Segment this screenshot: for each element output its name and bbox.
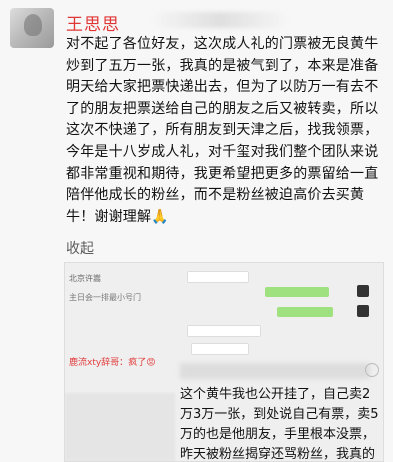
message-bubble bbox=[187, 271, 249, 283]
avatar-dot bbox=[357, 285, 369, 297]
message-bubble bbox=[265, 287, 329, 297]
avatar[interactable] bbox=[10, 8, 54, 48]
post-body: 对不起了各位好友，这次成人礼的门票被无良黄牛炒到了五万一张，我真的是被气到了，本… bbox=[66, 36, 379, 225]
message-bubble bbox=[187, 325, 261, 337]
avatar-dot bbox=[357, 305, 369, 317]
blurred-area bbox=[150, 12, 290, 28]
author-name[interactable]: 王思思 bbox=[66, 10, 120, 35]
attached-screenshot[interactable]: 北京许嵩 主日会一排最小号门 鹿流xty辞哥：疯了😡 这个黄牛我也公开挂了，自己… bbox=[64, 262, 384, 462]
collapse-link[interactable]: 收起 bbox=[66, 238, 94, 258]
blurred-area bbox=[65, 393, 175, 461]
chat-message: 鹿流xty辞哥：疯了😡 bbox=[69, 358, 156, 368]
chat-list: 北京许嵩 主日会一排最小号门 bbox=[69, 273, 165, 311]
blurred-area bbox=[180, 363, 370, 379]
message-bubble bbox=[191, 343, 249, 355]
chat-line: 北京许嵩 bbox=[69, 274, 101, 283]
chat-line: 主日会一排最小号门 bbox=[69, 293, 141, 302]
quoted-message: 这个黄牛我也公开挂了，自己卖2万3万一张，到处说自己有票，卖5万的也是他朋友，手… bbox=[180, 387, 379, 462]
message-bubble bbox=[277, 307, 333, 317]
info-icon bbox=[365, 363, 379, 377]
weibo-post: 王思思 对不起了各位好友，这次成人礼的门票被无良黄牛炒到了五万一张，我真的是被气… bbox=[0, 0, 393, 462]
